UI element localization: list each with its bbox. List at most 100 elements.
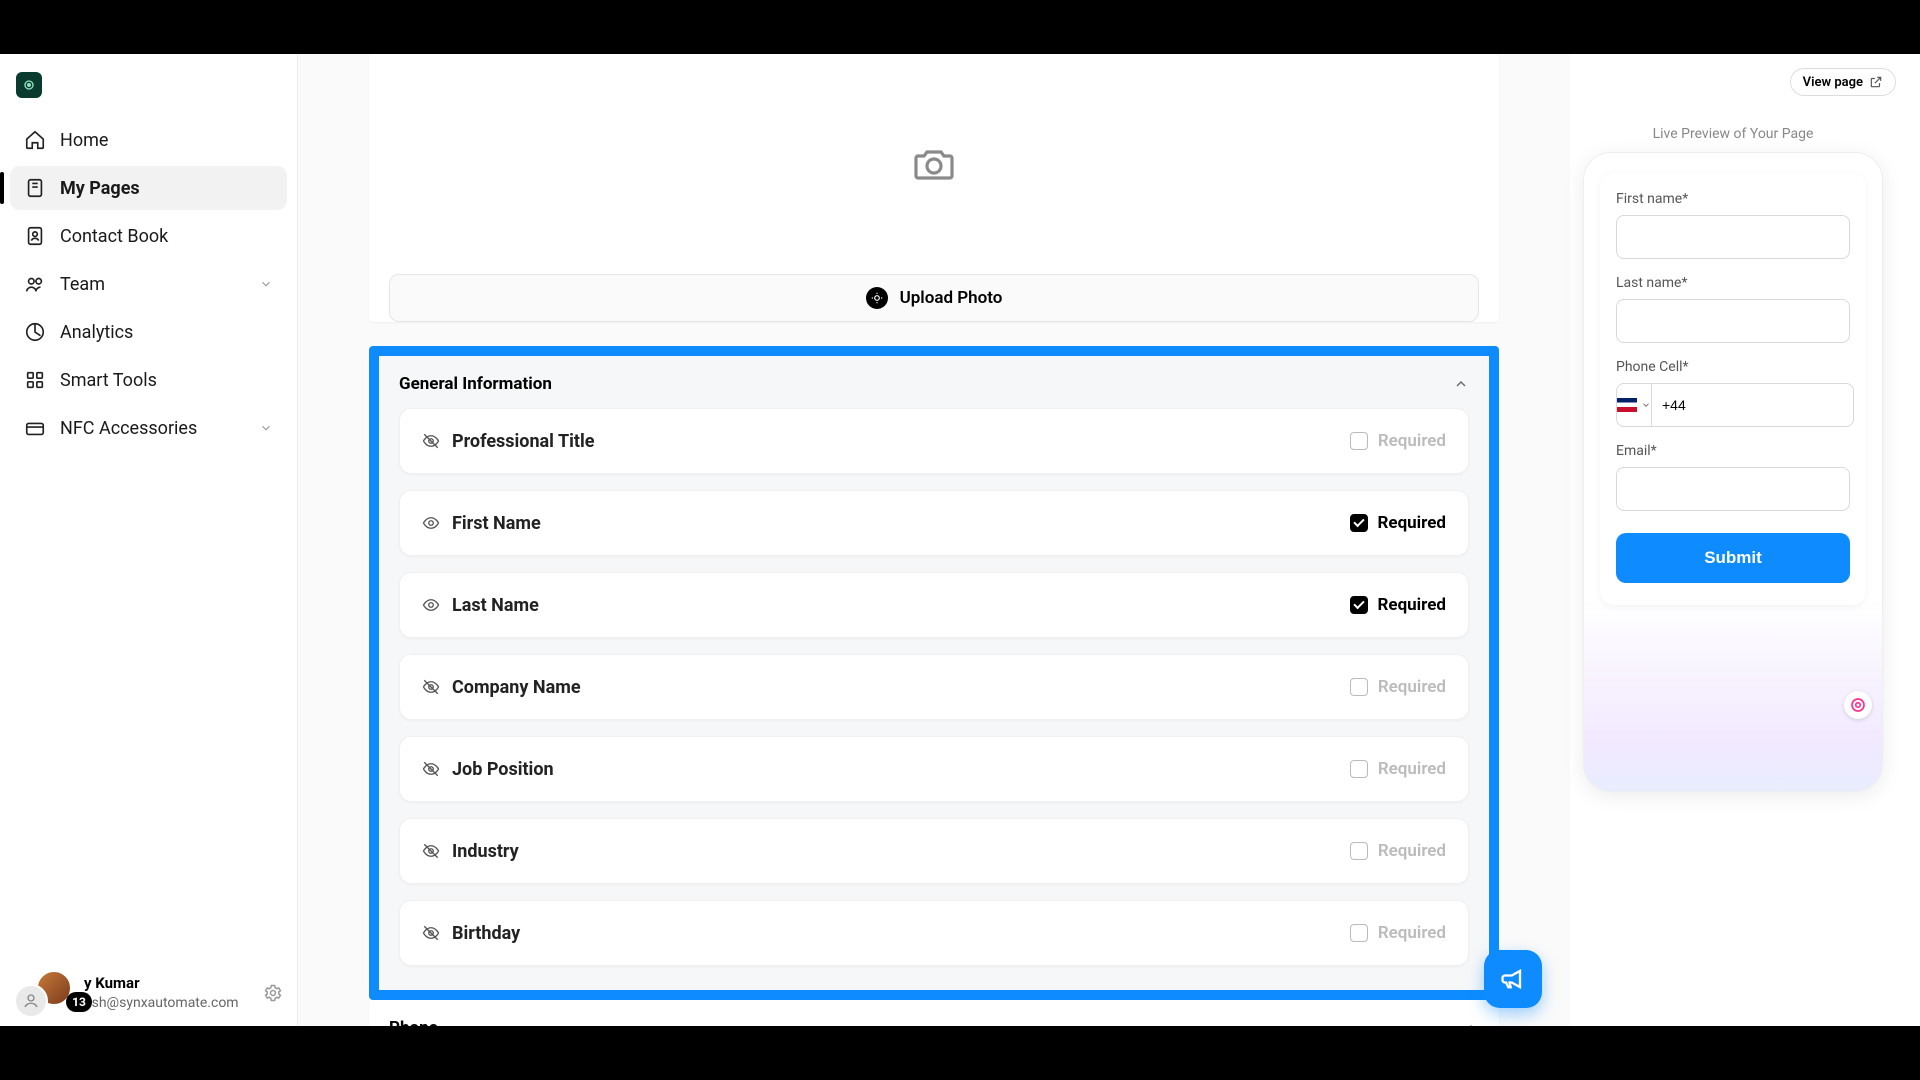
field-right: Required <box>1350 923 1446 943</box>
required-checkbox[interactable] <box>1350 432 1368 450</box>
phone-section: Phone <box>369 1000 1499 1026</box>
required-checkbox[interactable] <box>1350 760 1368 778</box>
phone-input[interactable] <box>1651 383 1854 427</box>
field-label: Job Position <box>452 759 554 780</box>
user-name: y Kumar <box>84 974 239 994</box>
letterbox-bottom <box>0 1026 1920 1080</box>
eye-off-icon <box>422 432 440 450</box>
chevron-up-icon <box>1453 376 1469 392</box>
required-checkbox[interactable] <box>1350 842 1368 860</box>
field-row[interactable]: Company NameRequired <box>399 654 1469 720</box>
visibility-toggle[interactable] <box>422 760 440 778</box>
submit-button[interactable]: Submit <box>1616 533 1850 583</box>
megaphone-icon <box>1499 965 1527 993</box>
phone-label: Phone Cell* <box>1616 359 1850 375</box>
view-page-button[interactable]: View page <box>1790 68 1896 96</box>
first-name-label: First name* <box>1616 191 1850 207</box>
sidebar-item-nfc-accessories[interactable]: NFC Accessories <box>10 406 287 450</box>
sidebar-item-analytics[interactable]: Analytics <box>10 310 287 354</box>
field-left: First Name <box>422 513 541 534</box>
field-row[interactable]: First Name Required <box>399 490 1469 556</box>
user-icon <box>22 992 40 1010</box>
notification-badge: 13 <box>66 992 92 1012</box>
chevron-down-icon <box>259 421 273 435</box>
uk-flag-icon <box>1617 398 1637 412</box>
required-checkbox[interactable] <box>1350 678 1368 696</box>
upload-label: Upload Photo <box>900 288 1003 308</box>
phone-field <box>1616 383 1850 427</box>
sidebar-item-home[interactable]: Home <box>10 118 287 162</box>
field-label: Professional Title <box>452 431 594 452</box>
visibility-toggle[interactable] <box>422 514 440 532</box>
last-name-input[interactable] <box>1616 299 1850 343</box>
help-fab[interactable] <box>1484 950 1542 1008</box>
section-header-phone[interactable]: Phone <box>369 1000 1499 1026</box>
email-input[interactable] <box>1616 467 1850 511</box>
sidebar-item-label: Contact Book <box>60 226 168 247</box>
field-row[interactable]: Last NameRequired <box>399 572 1469 638</box>
required-label: Required <box>1378 677 1446 697</box>
section-header-general[interactable]: General Information <box>379 356 1489 408</box>
brand-logo[interactable] <box>16 72 42 98</box>
nav: Home My Pages Contact Book Team Analytic… <box>10 118 287 450</box>
user-email: ash@synxautomate.com <box>84 994 239 1012</box>
camera-icon <box>910 140 958 188</box>
nfc-icon <box>24 417 46 439</box>
visibility-toggle[interactable] <box>422 678 440 696</box>
preview-form-card: First name* Last name* Phone Cell* Email… <box>1600 173 1866 605</box>
required-label: Required <box>1378 759 1446 779</box>
last-name-label: Last name* <box>1616 275 1850 291</box>
smart-tools-icon <box>24 369 46 391</box>
external-link-icon <box>1869 75 1883 89</box>
field-right: Required <box>1350 595 1447 615</box>
required-checkbox[interactable] <box>1350 514 1368 532</box>
required-checkbox[interactable] <box>1350 924 1368 942</box>
field-row[interactable]: Professional Title Required <box>399 408 1469 474</box>
editor-canvas: Upload Photo General Information Profess… <box>369 54 1499 1026</box>
required-label: Required <box>1378 431 1446 451</box>
main: Upload Photo General Information Profess… <box>298 54 1570 1026</box>
pages-icon <box>24 177 46 199</box>
field-row[interactable]: IndustryRequired <box>399 818 1469 884</box>
gear-icon[interactable] <box>263 983 283 1003</box>
phone-frame: First name* Last name* Phone Cell* Email… <box>1583 152 1883 792</box>
required-label: Required <box>1378 923 1446 943</box>
photo-placeholder[interactable] <box>369 54 1499 274</box>
field-label: Industry <box>452 841 519 862</box>
sidebar-item-label: Home <box>60 130 108 151</box>
field-row[interactable]: Birthday Required <box>399 900 1469 966</box>
eye-off-icon <box>422 760 440 778</box>
field-right: Required <box>1350 431 1446 451</box>
sidebar-item-smart-tools[interactable]: Smart Tools <box>10 358 287 402</box>
field-left: Professional Title <box>422 431 594 452</box>
field-list: Professional Title Required First Name Requ… <box>379 408 1489 990</box>
sidebar-item-contact-book[interactable]: Contact Book <box>10 214 287 258</box>
required-label: Required <box>1378 513 1447 533</box>
sidebar-item-my-pages[interactable]: My Pages <box>10 166 287 210</box>
first-name-input[interactable] <box>1616 215 1850 259</box>
field-right: Required <box>1350 759 1446 779</box>
sidebar-item-label: NFC Accessories <box>60 418 197 439</box>
preview-fab[interactable] <box>1844 691 1872 719</box>
eye-icon <box>422 596 440 614</box>
brand-icon <box>21 77 37 93</box>
field-right: Required <box>1350 677 1446 697</box>
upload-photo-button[interactable]: Upload Photo <box>389 274 1479 322</box>
eye-icon <box>422 514 440 532</box>
visibility-toggle[interactable] <box>422 842 440 860</box>
general-info-highlight: General Information Professional Title Re… <box>369 346 1499 1000</box>
chevron-down-icon <box>259 277 273 291</box>
country-code-select[interactable] <box>1616 383 1651 427</box>
visibility-toggle[interactable] <box>422 924 440 942</box>
upload-icon <box>866 287 888 309</box>
visibility-toggle[interactable] <box>422 432 440 450</box>
field-left: Birthday <box>422 923 520 944</box>
user-area[interactable]: 13 y Kumar ash@synxautomate.com <box>14 970 283 1016</box>
required-checkbox[interactable] <box>1350 596 1368 614</box>
sidebar-item-team[interactable]: Team <box>10 262 287 306</box>
visibility-toggle[interactable] <box>422 596 440 614</box>
photo-card: Upload Photo <box>369 54 1499 322</box>
sidebar-item-label: Analytics <box>60 322 133 343</box>
field-label: First Name <box>452 513 541 534</box>
field-row[interactable]: Job Position Required <box>399 736 1469 802</box>
